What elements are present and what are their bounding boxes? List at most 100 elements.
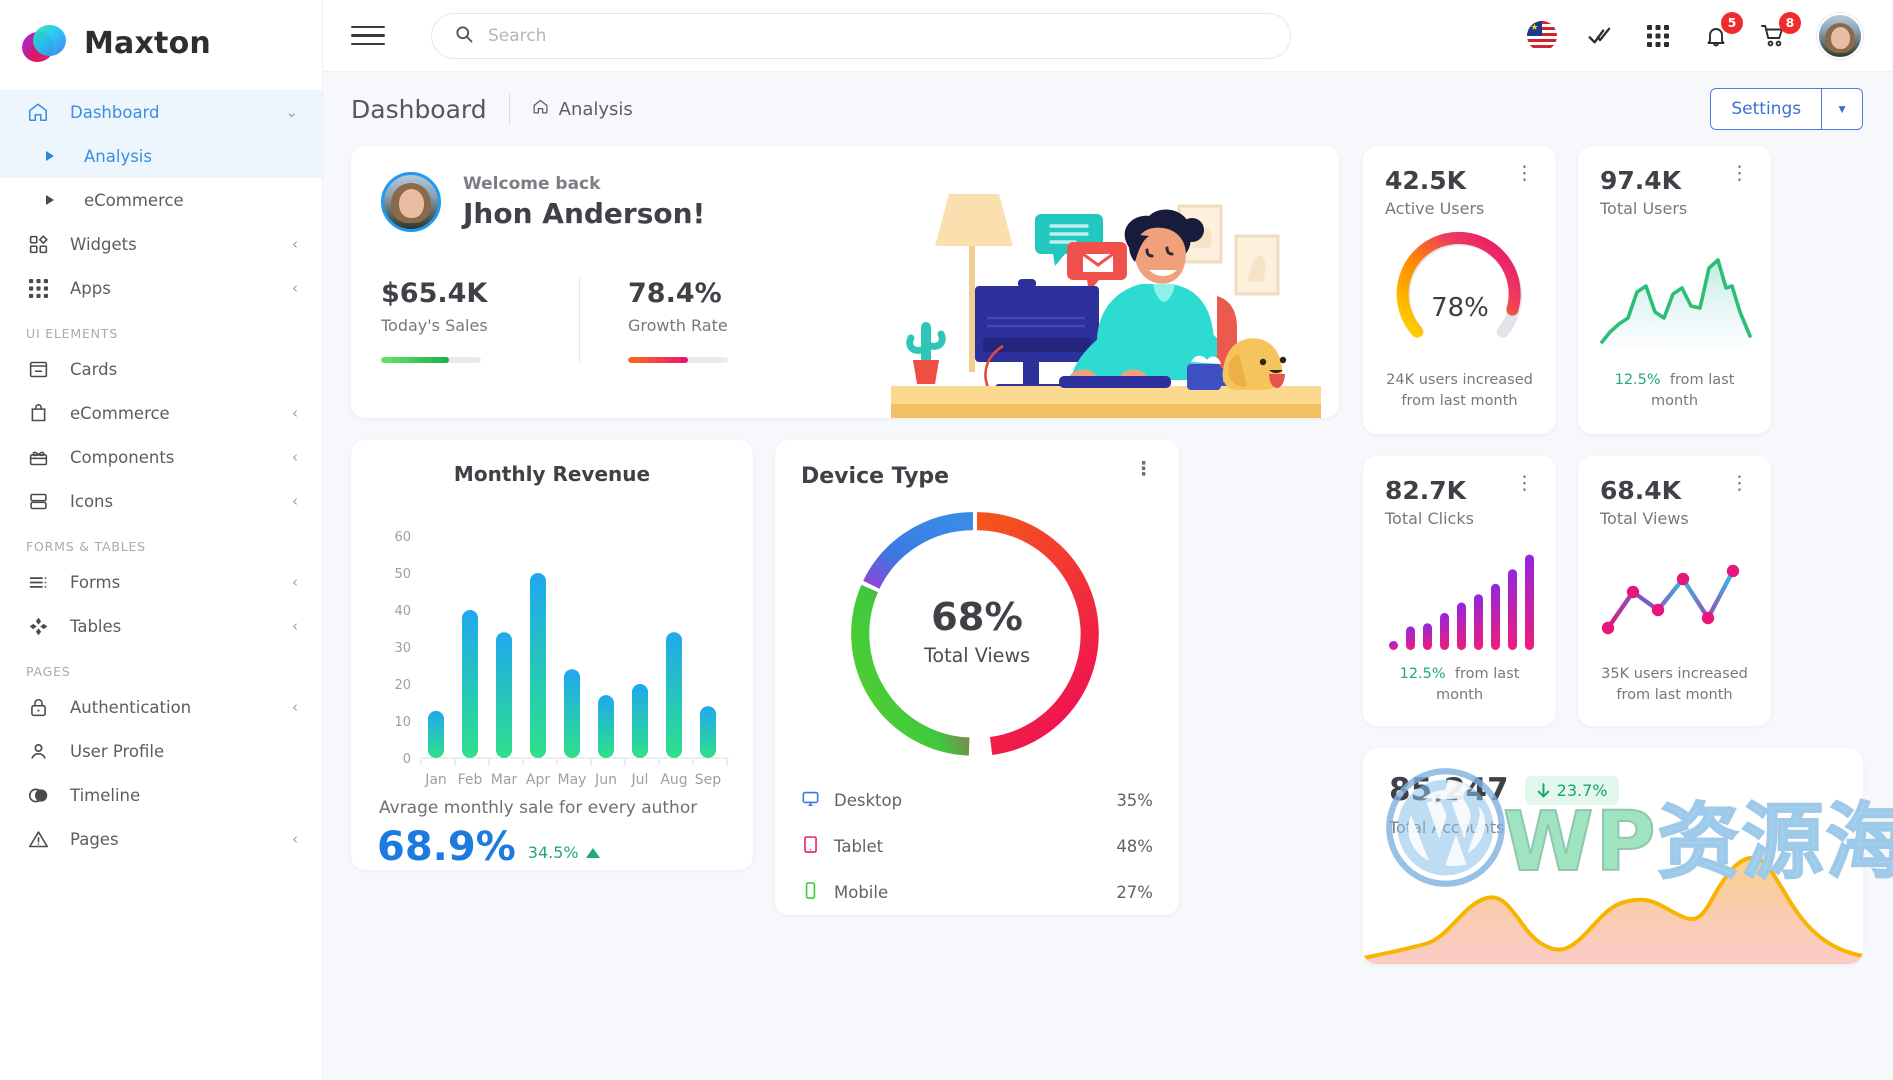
total-clicks-bars bbox=[1385, 546, 1534, 654]
revenue-big-value: 68.9% bbox=[377, 824, 516, 870]
legend-label: Tablet bbox=[834, 837, 883, 856]
sidebar-item-dashboard[interactable]: Dashboard ⌄ bbox=[0, 90, 322, 134]
legend-value: 35% bbox=[1116, 791, 1153, 810]
gauge-value: 78% bbox=[1431, 293, 1489, 323]
welcome-card: Welcome back Jhon Anderson! $65.4K Today… bbox=[351, 146, 1339, 418]
settings-dropdown-toggle[interactable]: ▼ bbox=[1822, 88, 1863, 130]
sidebar-item-analysis[interactable]: Analysis bbox=[0, 134, 322, 178]
active-users-footer: 24K users increased from last month bbox=[1385, 370, 1534, 416]
sidebar-item-tables[interactable]: Tables ‹ bbox=[0, 604, 322, 648]
topbar: 5 8 bbox=[323, 0, 1893, 72]
bell-icon[interactable]: 5 bbox=[1701, 21, 1731, 51]
sidebar-item-icons[interactable]: Icons ‹ bbox=[0, 479, 322, 523]
total-clicks-footer-text: from last month bbox=[1436, 666, 1519, 703]
svg-text:Feb: Feb bbox=[458, 772, 483, 788]
widgets-icon bbox=[26, 232, 50, 256]
total-views-line bbox=[1600, 546, 1749, 650]
total-accounts-card: 85,247 23.7% Total Accounts bbox=[1363, 748, 1863, 964]
total-users-footer: 12.5% from last month bbox=[1600, 370, 1749, 416]
kebab-menu-icon[interactable]: ⋮ bbox=[1134, 464, 1153, 475]
sidebar-item-apps[interactable]: Apps ‹ bbox=[0, 266, 322, 310]
sidebar-item-label: eCommerce bbox=[70, 404, 272, 423]
donut-center-value: 68% bbox=[931, 595, 1023, 640]
svg-text:May: May bbox=[558, 772, 587, 788]
search-input[interactable] bbox=[488, 26, 1268, 46]
sidebar-item-label: Dashboard bbox=[70, 103, 265, 122]
progress-track bbox=[628, 357, 728, 363]
total-accounts-label: Total Accounts bbox=[1389, 818, 1837, 837]
topbar-actions: 5 8 bbox=[1527, 13, 1869, 59]
monitor-icon bbox=[801, 789, 820, 812]
svg-text:0: 0 bbox=[403, 752, 411, 767]
sidebar-item-label: Apps bbox=[70, 279, 272, 298]
sidebar-item-authentication[interactable]: Authentication ‹ bbox=[0, 685, 322, 729]
sidebar: Maxton Dashboard ⌄ Analysis eCommerce bbox=[0, 0, 323, 1080]
cart-icon[interactable]: 8 bbox=[1759, 21, 1789, 51]
svg-text:Jan: Jan bbox=[424, 772, 447, 788]
total-views-card: 68.4K Total Views ⋮ bbox=[1578, 456, 1771, 726]
sidebar-item-label: Analysis bbox=[84, 147, 298, 166]
card-icon bbox=[26, 357, 50, 381]
device-type-donut: 68% Total Views bbox=[801, 503, 1153, 765]
warning-icon bbox=[26, 827, 50, 851]
svg-text:20: 20 bbox=[394, 678, 411, 693]
stat-value: 78.4% bbox=[628, 278, 729, 309]
user-icon bbox=[26, 739, 50, 763]
tablet-icon bbox=[801, 835, 820, 858]
kebab-menu-icon[interactable]: ⋮ bbox=[1730, 168, 1749, 179]
kebab-menu-icon[interactable]: ⋮ bbox=[1515, 478, 1534, 489]
sidebar-item-cards[interactable]: Cards bbox=[0, 347, 322, 391]
stat-growth-rate: 78.4% Growth Rate bbox=[579, 278, 729, 363]
timeline-icon bbox=[26, 783, 50, 807]
kebab-menu-icon[interactable]: ⋮ bbox=[1515, 168, 1534, 179]
brand-name: Maxton bbox=[84, 26, 211, 61]
chevron-left-icon: ‹ bbox=[292, 281, 298, 296]
avatar[interactable] bbox=[1817, 13, 1863, 59]
gift-icon bbox=[26, 445, 50, 469]
brand[interactable]: Maxton bbox=[0, 0, 322, 86]
total-users-card: 97.4K Total Users ⋮ bbox=[1578, 146, 1771, 434]
diamond-icon bbox=[26, 614, 50, 638]
svg-text:30: 30 bbox=[394, 641, 411, 656]
sidebar-item-pages[interactable]: Pages ‹ bbox=[0, 817, 322, 861]
hamburger-icon[interactable] bbox=[351, 26, 385, 45]
sidebar-item-ecommerce[interactable]: eCommerce ‹ bbox=[0, 391, 322, 435]
legend-value: 27% bbox=[1116, 883, 1153, 902]
sidebar-item-timeline[interactable]: Timeline bbox=[0, 773, 322, 817]
svg-text:Jul: Jul bbox=[631, 772, 649, 788]
welcome-illustration bbox=[891, 178, 1321, 418]
sidebar-group-pages: PAGES bbox=[0, 648, 322, 685]
svg-text:60: 60 bbox=[394, 530, 411, 545]
legend-item-tablet: Tablet 48% bbox=[801, 823, 1153, 869]
progress-track bbox=[381, 357, 481, 363]
settings-button-group: Settings ▼ bbox=[1710, 88, 1863, 130]
stat-label: Growth Rate bbox=[628, 316, 729, 335]
sidebar-item-user-profile[interactable]: User Profile bbox=[0, 729, 322, 773]
status-badge: 23.7% bbox=[1525, 776, 1620, 805]
chevron-left-icon: ‹ bbox=[292, 575, 298, 590]
sidebar-item-label: User Profile bbox=[70, 742, 298, 761]
settings-button[interactable]: Settings bbox=[1710, 88, 1822, 130]
grid-apps-icon[interactable] bbox=[1643, 21, 1673, 51]
sidebar-item-ecommerce-sub[interactable]: eCommerce bbox=[0, 178, 322, 222]
charts-row: Monthly Revenue 605040 bbox=[351, 440, 1339, 915]
sidebar-item-widgets[interactable]: Widgets ‹ bbox=[0, 222, 322, 266]
search-bar[interactable] bbox=[431, 13, 1291, 59]
chevron-left-icon: ‹ bbox=[292, 237, 298, 252]
legend-value: 48% bbox=[1116, 837, 1153, 856]
mobile-icon bbox=[801, 881, 820, 904]
sidebar-item-forms[interactable]: Forms ‹ bbox=[0, 560, 322, 604]
sidebar-item-components[interactable]: Components ‹ bbox=[0, 435, 322, 479]
progress-fill bbox=[628, 357, 688, 363]
legend-item-mobile: Mobile 27% bbox=[801, 869, 1153, 915]
kebab-menu-icon[interactable]: ⋮ bbox=[1730, 478, 1749, 489]
flag-icon[interactable] bbox=[1527, 21, 1557, 51]
total-users-sparkline bbox=[1600, 240, 1749, 352]
total-clicks-footer: 12.5% from last month bbox=[1385, 664, 1534, 708]
sidebar-item-label: Icons bbox=[70, 492, 272, 511]
double-check-icon[interactable] bbox=[1585, 21, 1615, 51]
breadcrumb-divider bbox=[509, 94, 510, 124]
progress-fill bbox=[381, 357, 449, 363]
sidebar-item-label: Widgets bbox=[70, 235, 272, 254]
device-legend: Desktop 35% Tablet 48% bbox=[801, 777, 1153, 915]
